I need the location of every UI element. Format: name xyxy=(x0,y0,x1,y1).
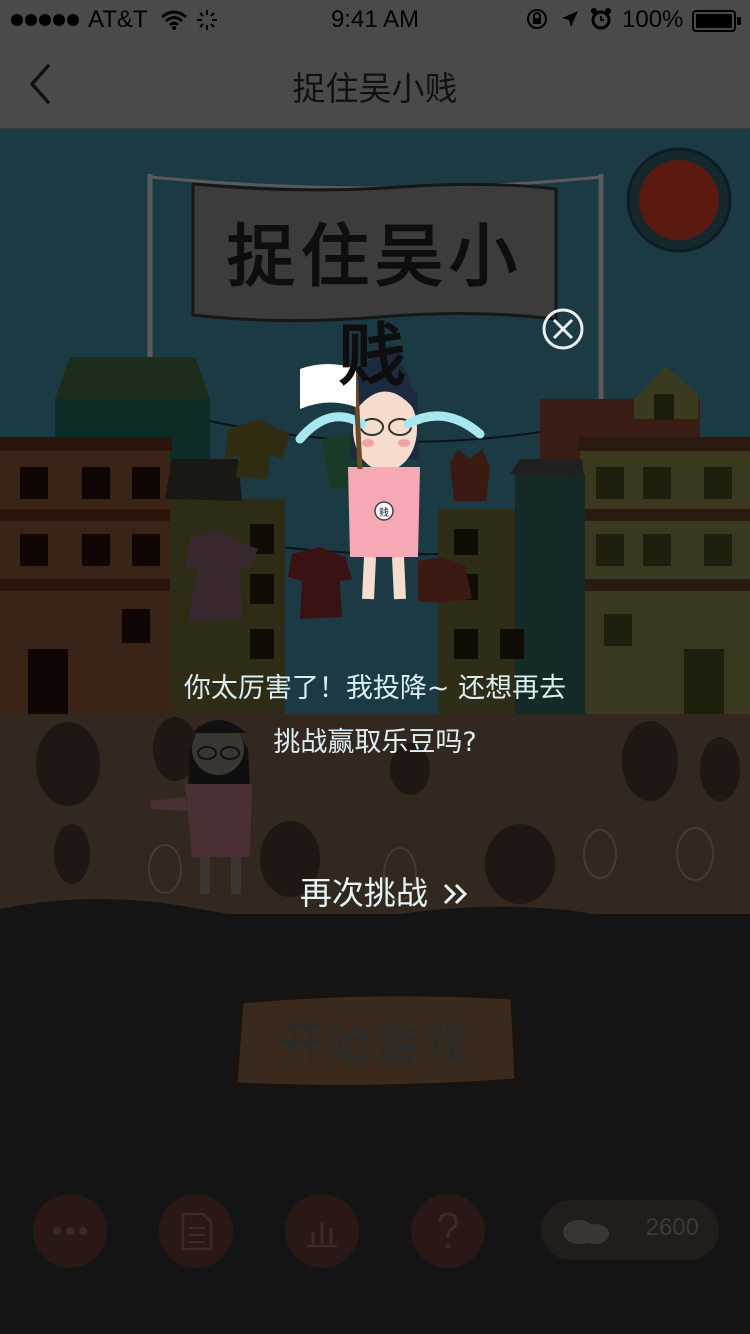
beans-balance[interactable]: 2600 xyxy=(541,1200,719,1260)
retry-button[interactable]: 再次挑战 xyxy=(275,866,495,920)
game-scene: 贱 捉住吴小贱 xyxy=(0,129,750,929)
bar-chart-icon xyxy=(307,1222,337,1248)
svg-text:贱: 贱 xyxy=(379,506,389,519)
more-dots-icon xyxy=(53,1227,87,1235)
close-button[interactable] xyxy=(541,307,585,351)
banner-title: 捉住吴小贱 xyxy=(226,218,523,396)
beans-count: 2600 xyxy=(645,1214,699,1241)
question-icon xyxy=(438,1212,458,1249)
nav-bar: 捉住吴小贱 xyxy=(0,40,750,129)
location-arrow-icon xyxy=(562,11,578,27)
dialog-line-1: 你太厉害了！我投降~ 还想再去 xyxy=(183,673,567,704)
help-button[interactable] xyxy=(411,1194,485,1268)
status-bar: AT&T 9:41 AM 100% xyxy=(0,0,750,40)
document-icon xyxy=(181,1212,213,1251)
double-chevron-right-icon xyxy=(444,883,468,905)
start-button-label: 开始游戏 xyxy=(279,1019,471,1070)
alarm-icon xyxy=(591,8,611,30)
page-title: 捉住吴小贱 xyxy=(292,69,458,108)
more-button[interactable] xyxy=(33,1194,107,1268)
retry-label: 再次挑战 xyxy=(299,874,428,912)
battery-icon xyxy=(692,10,741,32)
ranking-button[interactable] xyxy=(285,1194,359,1268)
start-game-button[interactable]: 开始游戏 xyxy=(230,990,520,1098)
dialog-line-2: 挑战赢取乐豆吗? xyxy=(273,727,477,758)
rules-button[interactable] xyxy=(159,1194,233,1268)
rotation-lock-icon xyxy=(527,9,547,29)
battery-percent-label: 100% xyxy=(622,6,684,33)
beans-icon xyxy=(563,1220,609,1244)
